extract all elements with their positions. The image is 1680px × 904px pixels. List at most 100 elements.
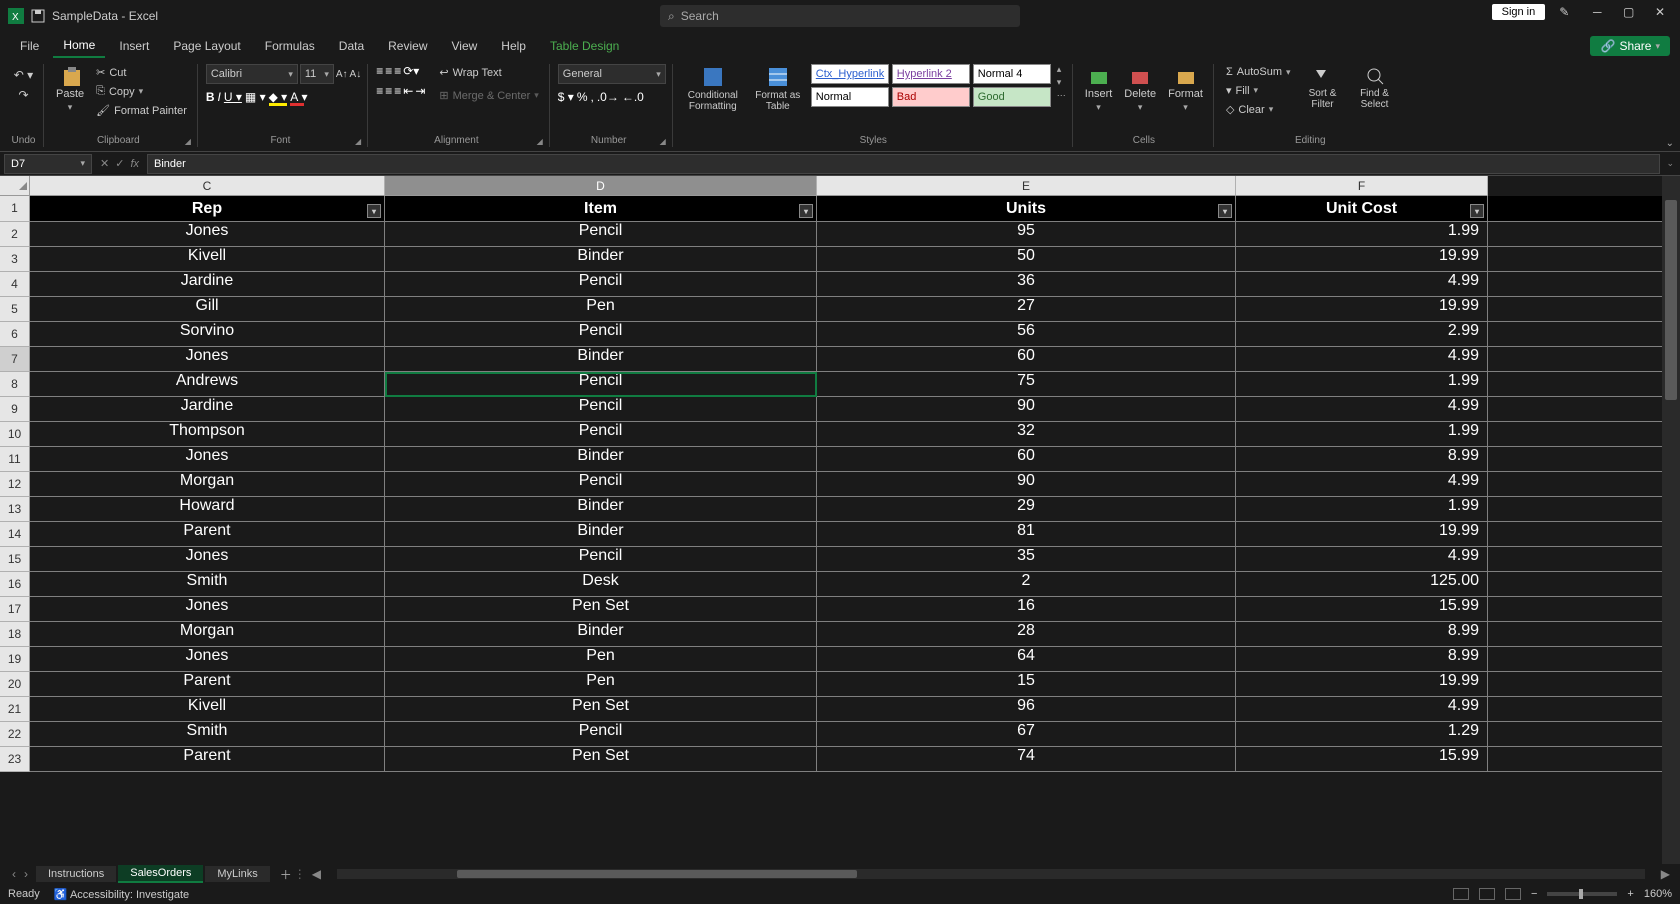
cell-units[interactable]: 27 xyxy=(817,297,1236,321)
cell-cost[interactable]: 4.99 xyxy=(1236,547,1488,571)
cut-button[interactable]: ✂Cut xyxy=(92,64,191,81)
zoom-in-button[interactable]: + xyxy=(1627,888,1633,900)
delete-cells-button[interactable]: Delete▾ xyxy=(1120,64,1160,115)
cell-cost[interactable]: 4.99 xyxy=(1236,272,1488,296)
sheet-tab-instructions[interactable]: Instructions xyxy=(36,866,116,882)
minimize-button[interactable]: ─ xyxy=(1583,5,1611,19)
orientation-button[interactable]: ⟳▾ xyxy=(403,64,419,78)
row-header-20[interactable]: 20 xyxy=(0,672,30,697)
cell-rep[interactable]: Jones xyxy=(30,447,385,471)
status-accessibility[interactable]: ♿ Accessibility: Investigate xyxy=(54,888,189,901)
cell-rep[interactable]: Howard xyxy=(30,497,385,521)
cell-cost[interactable]: 8.99 xyxy=(1236,622,1488,646)
tab-table-design[interactable]: Table Design xyxy=(540,35,629,57)
cell-cost[interactable]: 1.99 xyxy=(1236,372,1488,396)
percent-format-button[interactable]: % xyxy=(577,90,588,104)
cell-units[interactable]: 90 xyxy=(817,472,1236,496)
format-as-table-button[interactable]: Format as Table xyxy=(749,64,807,114)
cell-cost[interactable]: 4.99 xyxy=(1236,397,1488,421)
number-launcher-icon[interactable]: ◢ xyxy=(660,137,666,146)
cell-units[interactable]: 90 xyxy=(817,397,1236,421)
col-header-f[interactable]: F xyxy=(1236,176,1488,196)
cell-rep[interactable]: Jones xyxy=(30,222,385,246)
tab-formulas[interactable]: Formulas xyxy=(255,35,325,57)
row-header-3[interactable]: 3 xyxy=(0,247,30,272)
save-icon[interactable] xyxy=(30,8,46,24)
cell-cost[interactable]: 125.00 xyxy=(1236,572,1488,596)
bold-button[interactable]: B xyxy=(206,90,215,104)
merge-center-button[interactable]: ⊞Merge & Center▾ xyxy=(435,87,542,104)
cell-item[interactable]: Pen xyxy=(385,672,817,696)
row-header-21[interactable]: 21 xyxy=(0,697,30,722)
view-page-break-button[interactable] xyxy=(1505,888,1521,900)
cell-units[interactable]: 28 xyxy=(817,622,1236,646)
cell-rep[interactable]: Jardine xyxy=(30,272,385,296)
font-name-combo[interactable]: Calibri▾ xyxy=(206,64,298,84)
decrease-decimal-button[interactable]: ←.0 xyxy=(622,90,644,104)
cell-item[interactable]: Pen Set xyxy=(385,597,817,621)
formula-bar-expand-icon[interactable]: ⌄ xyxy=(1666,158,1674,169)
cell-rep[interactable]: Jones xyxy=(30,597,385,621)
format-cells-button[interactable]: Format▾ xyxy=(1164,64,1207,115)
cell-rep[interactable]: Jones xyxy=(30,647,385,671)
formula-bar[interactable]: Binder xyxy=(147,154,1660,174)
vertical-scrollbar[interactable] xyxy=(1662,176,1680,864)
sheet-nav-next[interactable]: › xyxy=(24,867,28,881)
tab-insert[interactable]: Insert xyxy=(109,35,159,57)
fill-button[interactable]: ▾Fill▾ xyxy=(1222,82,1295,99)
cell-item[interactable]: Pen xyxy=(385,297,817,321)
cell-units[interactable]: 32 xyxy=(817,422,1236,446)
row-header-7[interactable]: 7 xyxy=(0,347,30,372)
find-select-button[interactable]: Find & Select xyxy=(1351,64,1399,112)
header-rep[interactable]: Rep▾ xyxy=(30,196,385,221)
cell-rep[interactable]: Smith xyxy=(30,722,385,746)
style-bad[interactable]: Bad xyxy=(892,87,970,107)
font-size-combo[interactable]: 11▾ xyxy=(300,64,334,84)
insert-cells-button[interactable]: Insert▾ xyxy=(1081,64,1117,115)
cell-item[interactable]: Pencil xyxy=(385,222,817,246)
cell-units[interactable]: 67 xyxy=(817,722,1236,746)
paste-button[interactable]: Paste ▾ xyxy=(52,64,88,115)
cell-units[interactable]: 15 xyxy=(817,672,1236,696)
cell-cost[interactable]: 1.99 xyxy=(1236,422,1488,446)
name-box[interactable]: D7▾ xyxy=(4,154,92,174)
collapse-ribbon-icon[interactable]: ⌄ xyxy=(1666,138,1674,149)
copy-button[interactable]: ⎘Copy▾ xyxy=(92,83,191,100)
tab-review[interactable]: Review xyxy=(378,35,437,57)
cell-units[interactable]: 16 xyxy=(817,597,1236,621)
share-button[interactable]: 🔗Share▾ xyxy=(1590,36,1670,56)
cell-cost[interactable]: 15.99 xyxy=(1236,597,1488,621)
redo-button[interactable]: ↷ xyxy=(18,88,28,102)
row-header-23[interactable]: 23 xyxy=(0,747,30,772)
align-middle-button[interactable]: ≡ xyxy=(385,64,392,78)
italic-button[interactable]: I xyxy=(218,90,221,104)
cell-rep[interactable]: Parent xyxy=(30,747,385,771)
conditional-formatting-button[interactable]: Conditional Formatting xyxy=(681,64,745,114)
cell-item[interactable]: Pencil xyxy=(385,722,817,746)
col-header-c[interactable]: C xyxy=(30,176,385,196)
row-header-2[interactable]: 2 xyxy=(0,222,30,247)
filter-unitcost-button[interactable]: ▾ xyxy=(1470,204,1484,218)
alignment-launcher-icon[interactable]: ◢ xyxy=(537,137,543,146)
hscroll-right-icon[interactable]: ▶ xyxy=(1661,867,1670,881)
header-unit-cost[interactable]: Unit Cost▾ xyxy=(1236,196,1488,221)
undo-button[interactable]: ↶ ▾ xyxy=(14,68,33,82)
align-left-button[interactable]: ≡ xyxy=(376,84,383,98)
cell-rep[interactable]: Parent xyxy=(30,672,385,696)
row-header-1[interactable]: 1 xyxy=(0,196,30,222)
cell-units[interactable]: 29 xyxy=(817,497,1236,521)
zoom-slider[interactable] xyxy=(1547,892,1617,896)
cell-rep[interactable]: Parent xyxy=(30,522,385,546)
tab-view[interactable]: View xyxy=(442,35,488,57)
align-center-button[interactable]: ≡ xyxy=(385,84,392,98)
cell-cost[interactable]: 4.99 xyxy=(1236,472,1488,496)
view-normal-button[interactable] xyxy=(1453,888,1469,900)
accept-formula-icon[interactable]: ✓ xyxy=(115,157,124,170)
maximize-button[interactable]: ▢ xyxy=(1615,5,1643,19)
format-painter-button[interactable]: 🖌Format Painter xyxy=(92,102,191,119)
cell-item[interactable]: Binder xyxy=(385,497,817,521)
view-page-layout-button[interactable] xyxy=(1479,888,1495,900)
clipboard-launcher-icon[interactable]: ◢ xyxy=(185,137,191,146)
autosum-button[interactable]: ΣAutoSum▾ xyxy=(1222,64,1295,80)
row-header-15[interactable]: 15 xyxy=(0,547,30,572)
